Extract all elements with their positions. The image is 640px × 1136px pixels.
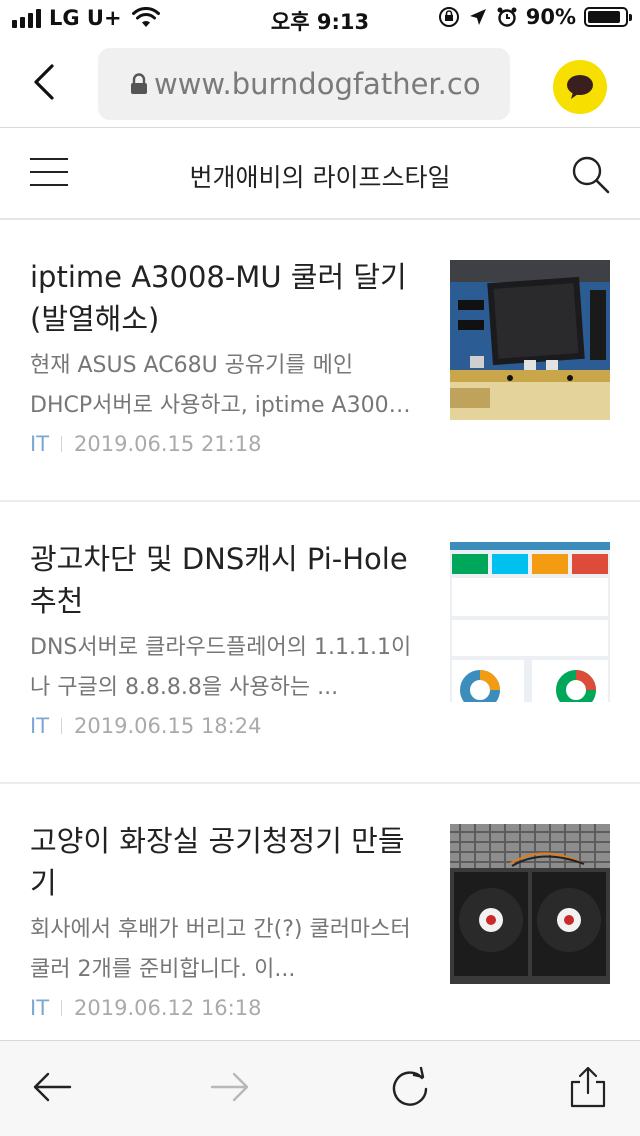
post-excerpt: 회사에서 후배가 버리고 간(?) 쿨러마스터 쿨러 2개를 준비합니다. 이.…	[30, 917, 411, 982]
post-category[interactable]: IT	[30, 714, 49, 738]
battery-level-fill	[588, 11, 620, 23]
post-excerpt: DNS서버로 클라우드플레어의 1.1.1.1이나 구글의 8.8.8.8을 사…	[30, 635, 412, 700]
address-field[interactable]: www.burndogfather.co	[98, 48, 510, 120]
post-category[interactable]: IT	[30, 996, 49, 1020]
meta-divider	[61, 718, 63, 734]
post-title[interactable]: 광고차단 및 DNS캐시 Pi-Hole 추천	[30, 538, 422, 622]
post-meta: IT 2019.06.12 16:18	[30, 996, 261, 1020]
back-arrow-icon	[33, 1072, 72, 1102]
pihole-dashboard-screenshot	[450, 542, 610, 702]
post-category[interactable]: IT	[30, 432, 49, 456]
status-bar: LG U+ 오후 9:13 90%	[0, 0, 640, 40]
back-button[interactable]	[22, 60, 66, 104]
alarm-icon	[497, 7, 517, 27]
post-item[interactable]: 고양이 화장실 공기청정기 만들기 회사에서 후배가 버리고 간(?) 쿨러마스…	[0, 784, 640, 1066]
meta-divider	[61, 1000, 63, 1016]
post-excerpt: 현재 ASUS AC68U 공유기를 메인 DHCP서버로 사용하고, ipti…	[30, 353, 411, 418]
post-thumbnail[interactable]	[450, 542, 610, 702]
kakao-talk-icon	[567, 75, 593, 99]
search-button[interactable]	[568, 152, 612, 196]
orientation-lock-icon	[438, 7, 459, 27]
router-board-heatsink-photo	[450, 260, 610, 420]
location-icon	[469, 9, 486, 25]
post-date: 2019.06.15 21:18	[74, 432, 262, 456]
post-item[interactable]: 광고차단 및 DNS캐시 Pi-Hole 추천 DNS서버로 클라우드플레어의 …	[0, 502, 640, 784]
meta-divider	[61, 436, 63, 452]
post-title[interactable]: 고양이 화장실 공기청정기 만들기	[30, 820, 422, 904]
cooler-fans-photo	[450, 824, 610, 984]
post-meta: IT 2019.06.15 18:24	[30, 714, 261, 738]
reload-button[interactable]	[388, 1065, 432, 1109]
blog-header: 번개애비의 라이프스타일	[0, 128, 640, 220]
post-thumbnail[interactable]	[450, 824, 610, 984]
share-icon	[570, 1066, 606, 1108]
blog-title[interactable]: 번개애비의 라이프스타일	[0, 158, 640, 194]
search-icon	[572, 156, 610, 194]
lock-icon	[131, 73, 147, 94]
battery-icon	[584, 7, 632, 27]
battery-percent: 90%	[525, 5, 576, 29]
post-date: 2019.06.12 16:18	[74, 996, 262, 1020]
post-meta: IT 2019.06.15 21:18	[30, 432, 261, 456]
post-date: 2019.06.15 18:24	[74, 714, 262, 738]
browser-url-bar: www.burndogfather.co	[0, 40, 640, 128]
reload-icon	[392, 1066, 428, 1106]
post-item[interactable]: iptime A3008-MU 쿨러 달기 (발열해소) 현재 ASUS AC6…	[0, 220, 640, 502]
back-nav-button[interactable]	[30, 1065, 74, 1109]
kakao-talk-button[interactable]	[553, 60, 607, 114]
forward-nav-button[interactable]	[208, 1065, 252, 1109]
post-title[interactable]: iptime A3008-MU 쿨러 달기 (발열해소)	[30, 256, 422, 340]
post-thumbnail[interactable]	[450, 260, 610, 420]
url-text: www.burndogfather.co	[154, 67, 481, 101]
share-button[interactable]	[566, 1065, 610, 1109]
back-chevron-icon	[34, 64, 54, 100]
forward-arrow-icon	[210, 1072, 249, 1102]
browser-toolbar	[0, 1040, 640, 1136]
